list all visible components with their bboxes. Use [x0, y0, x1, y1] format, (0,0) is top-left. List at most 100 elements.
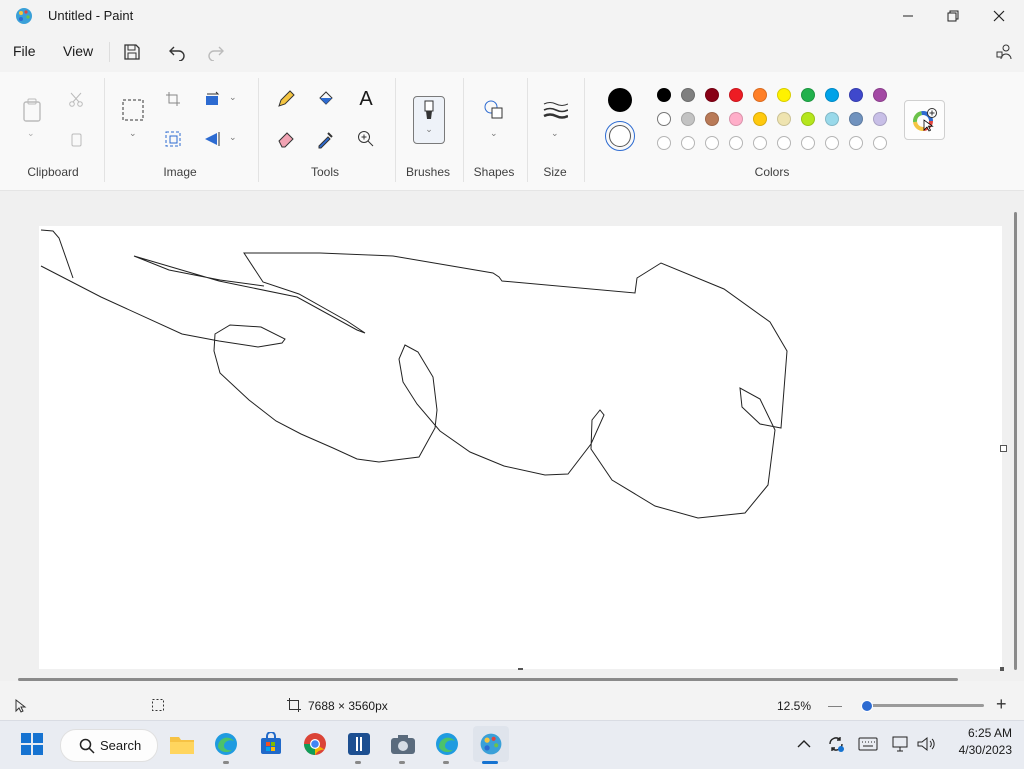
fill-tool[interactable] [312, 85, 340, 113]
tray-volume[interactable] [912, 726, 940, 762]
custom-color-slot[interactable] [873, 136, 887, 150]
tray-overflow-button[interactable] [790, 726, 818, 762]
account-button[interactable] [990, 38, 1018, 66]
rotate-button[interactable] [199, 85, 227, 113]
color-swatch[interactable] [801, 112, 815, 126]
paint-bucket-icon [319, 91, 333, 105]
brushes-button[interactable]: ⌄ [413, 96, 445, 144]
size-chevron-down-icon[interactable]: ⌄ [551, 128, 559, 139]
view-menu[interactable]: View [63, 43, 93, 59]
crop-button[interactable] [159, 85, 187, 113]
eyedropper-icon [318, 132, 333, 149]
color-swatch[interactable] [729, 88, 743, 102]
tray-clock[interactable]: 6:25 AM 4/30/2023 [948, 726, 1012, 757]
flip-icon [205, 132, 220, 146]
paste-button[interactable] [18, 96, 46, 124]
text-tool[interactable]: A [352, 85, 380, 113]
redo-button[interactable] [202, 38, 230, 66]
paste-chevron-down-icon[interactable]: ⌄ [27, 128, 35, 139]
custom-color-slot[interactable] [657, 136, 671, 150]
rotate-chevron-down-icon[interactable]: ⌄ [229, 92, 237, 103]
flip-button[interactable] [199, 125, 227, 153]
start-button[interactable] [14, 726, 50, 762]
active-app-indicator [482, 761, 498, 764]
custom-color-slot[interactable] [777, 136, 791, 150]
restore-button[interactable] [930, 0, 976, 32]
primary-color[interactable] [608, 88, 632, 112]
color-swatch[interactable] [681, 88, 695, 102]
select-chevron-down-icon[interactable]: ⌄ [129, 128, 137, 139]
taskbar-edge-2[interactable] [429, 726, 465, 762]
ribbon-divider [584, 78, 585, 182]
custom-color-slot[interactable] [801, 136, 815, 150]
color-swatch[interactable] [849, 88, 863, 102]
drawing-canvas[interactable] [39, 226, 1002, 669]
close-button[interactable] [976, 0, 1022, 32]
zoom-slider[interactable] [860, 700, 984, 712]
color-swatch[interactable] [705, 112, 719, 126]
color-swatch[interactable] [801, 88, 815, 102]
zoom-level[interactable]: 12.5% [777, 699, 811, 713]
tray-keyboard[interactable] [854, 726, 882, 762]
custom-color-slot[interactable] [753, 136, 767, 150]
ribbon-divider [258, 78, 259, 182]
color-swatch[interactable] [753, 88, 767, 102]
color-swatch[interactable] [825, 88, 839, 102]
cut-button[interactable] [62, 86, 90, 114]
taskbar-store[interactable] [253, 726, 289, 762]
undo-button[interactable] [163, 38, 191, 66]
copy-button[interactable] [62, 125, 90, 153]
color-swatch[interactable] [681, 112, 695, 126]
minimize-button[interactable] [885, 0, 931, 32]
file-menu[interactable]: File [13, 43, 36, 59]
restore-icon [947, 10, 959, 22]
flip-chevron-down-icon[interactable]: ⌄ [229, 132, 237, 143]
vertical-scrollbar[interactable] [1014, 212, 1017, 670]
taskbar-search-box[interactable]: Search [60, 729, 158, 762]
color-swatch[interactable] [873, 112, 887, 126]
select-button[interactable] [119, 96, 147, 124]
size-button[interactable] [541, 96, 569, 124]
color-swatch[interactable] [777, 112, 791, 126]
color-swatch[interactable] [873, 88, 887, 102]
edit-colors-button[interactable] [904, 100, 945, 140]
zoom-out-button[interactable]: — [828, 697, 842, 713]
taskbar-paint[interactable] [473, 726, 509, 762]
color-swatch[interactable] [729, 112, 743, 126]
color-swatch[interactable] [753, 112, 767, 126]
color-swatch[interactable] [849, 112, 863, 126]
custom-color-slot[interactable] [705, 136, 719, 150]
secondary-color-selector[interactable] [605, 121, 635, 151]
canvas-resize-handle-corner[interactable] [1000, 667, 1004, 671]
zoom-slider-thumb[interactable] [860, 700, 873, 712]
horizontal-scrollbar[interactable] [18, 678, 958, 681]
shapes-button[interactable] [480, 96, 508, 124]
taskbar-camera[interactable] [385, 726, 421, 762]
custom-color-slot[interactable] [681, 136, 695, 150]
taskbar-app-blue[interactable] [341, 726, 377, 762]
canvas-resize-handle-right[interactable] [1000, 445, 1007, 452]
image-group-label: Image [163, 165, 197, 179]
color-swatch[interactable] [705, 88, 719, 102]
resize-button[interactable] [159, 125, 187, 153]
color-picker-tool[interactable] [312, 125, 340, 153]
eraser-tool[interactable] [272, 125, 300, 153]
custom-color-slot[interactable] [849, 136, 863, 150]
color-swatch[interactable] [777, 88, 791, 102]
color-swatch[interactable] [825, 112, 839, 126]
save-button[interactable] [118, 38, 146, 66]
custom-color-slot[interactable] [825, 136, 839, 150]
color-swatch[interactable] [657, 112, 671, 126]
color-swatch[interactable] [657, 88, 671, 102]
pencil-tool[interactable] [272, 85, 300, 113]
zoom-in-button[interactable]: + [996, 694, 1007, 715]
magnifier-tool[interactable] [352, 125, 380, 153]
custom-color-slot[interactable] [729, 136, 743, 150]
taskbar-file-explorer[interactable] [164, 726, 200, 762]
shapes-chevron-down-icon[interactable]: ⌄ [490, 128, 498, 139]
taskbar-chrome[interactable] [297, 726, 333, 762]
taskbar-edge[interactable] [208, 726, 244, 762]
tray-sync[interactable] [822, 726, 850, 762]
canvas-resize-handle-bottom[interactable] [518, 668, 523, 670]
tray-network[interactable] [886, 726, 914, 762]
